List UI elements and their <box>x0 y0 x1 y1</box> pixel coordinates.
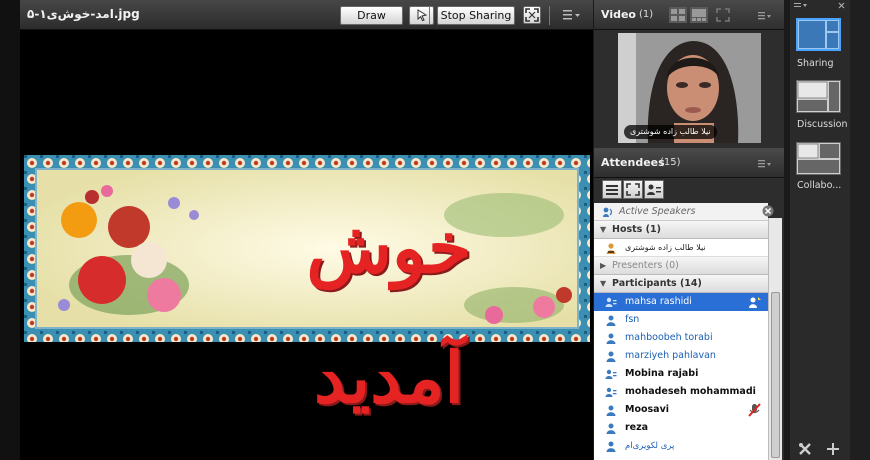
list-view-button[interactable] <box>602 180 622 199</box>
attendee-row[interactable]: mahsa rashidi <box>594 293 768 311</box>
attendees-count: (15) <box>660 157 681 168</box>
left-edge-strip <box>0 0 20 460</box>
expand-arrow-icon: ▼ <box>600 225 607 234</box>
attendee-name: fsn <box>625 314 640 325</box>
microphone-muted-icon <box>748 403 761 417</box>
collapse-arrow-icon: ▶ <box>600 261 607 270</box>
active-speaker-icon <box>603 207 613 217</box>
active-speakers-label: Active Speakers <box>619 206 696 217</box>
share-pod-menu-button[interactable] <box>563 9 581 21</box>
attendee-name: mahboobeh torabi <box>625 332 713 343</box>
layout-collaboration-thumbnail[interactable] <box>796 142 841 175</box>
user-icon <box>606 315 616 326</box>
panel-header-controls <box>794 2 845 9</box>
attendee-name: نیلا طالب زاده شوشتری <box>625 243 706 252</box>
attendee-row[interactable]: reza <box>594 419 768 437</box>
fullscreen-icon <box>525 8 539 22</box>
attendee-row[interactable]: marziyeh pahlavan <box>594 347 768 365</box>
video-area: نیلا طالب زاده شوشتری <box>594 30 784 148</box>
attendee-row[interactable]: Moosavi <box>594 401 768 419</box>
user-group-icon <box>605 297 617 307</box>
attendee-row[interactable]: mohadeseh mohammadi <box>594 383 768 401</box>
user-icon <box>606 333 616 344</box>
presenters-group-header[interactable]: ▶ Presenters (0) <box>594 257 768 275</box>
list-view-icon <box>606 185 618 195</box>
attendee-row[interactable]: پری لکویری‌ام <box>594 437 768 455</box>
sharing-layout-icon <box>799 21 838 48</box>
layout-discussion-thumbnail[interactable] <box>796 80 841 113</box>
fullscreen-attendees-button[interactable] <box>623 180 643 199</box>
share-pod-header: امد-خوش‌ی۱-۵.jpg Draw Stop Sharing <box>20 0 593 30</box>
attendees-pod-header: Attendees (15) <box>594 148 784 178</box>
add-layout-icon[interactable] <box>826 442 840 456</box>
attendee-name: Moosavi <box>625 404 670 415</box>
shared-file-title: امد-خوش‌ی۱-۵.jpg <box>27 7 140 21</box>
attendee-list: Active Speakers ▼ Hosts (1) نیلا طالب زا… <box>594 203 768 460</box>
user-group-icon <box>605 387 617 397</box>
hosts-group-label: Hosts (1) <box>612 224 661 235</box>
draw-button[interactable]: Draw <box>340 6 403 25</box>
presenters-group-label: Presenters (0) <box>612 260 679 271</box>
video-pod-title: Video <box>601 8 636 21</box>
menu-icon <box>563 10 580 20</box>
pointer-button[interactable] <box>409 6 434 25</box>
person-list-icon <box>647 184 661 195</box>
clear-active-speakers-icon[interactable] <box>761 204 775 218</box>
user-icon <box>606 441 616 452</box>
video-grid-icon[interactable] <box>669 7 709 23</box>
attendee-name: mahsa rashidi <box>625 296 692 307</box>
toolbar-separator <box>549 6 550 25</box>
scrollbar-thumb[interactable] <box>771 292 780 458</box>
webcam-video-feed: نیلا طالب زاده شوشتری <box>618 33 761 143</box>
attendee-row[interactable]: fsn <box>594 311 768 329</box>
user-icon <box>606 423 616 434</box>
video-menu-icon[interactable] <box>758 12 772 20</box>
attendees-pod-title: Attendees <box>601 156 665 169</box>
user-group-icon <box>605 369 617 379</box>
right-edge-strip <box>850 0 870 460</box>
fullscreen-button[interactable] <box>523 6 541 24</box>
layout-collaboration-label: Collabo... <box>797 180 842 191</box>
participants-group-header[interactable]: ▼ Participants (14) <box>594 275 768 293</box>
attendee-row[interactable]: Mobina rajabi <box>594 365 768 383</box>
stop-sharing-button[interactable]: Stop Sharing <box>437 6 515 25</box>
toolbar-separator <box>429 6 430 25</box>
expand-icon <box>626 183 640 196</box>
attendees-menu-icon[interactable] <box>758 160 772 168</box>
user-icon <box>606 405 616 416</box>
layout-sharing-thumbnail[interactable] <box>796 18 841 51</box>
layout-sharing-label: Sharing <box>797 58 834 69</box>
layouts-panel: Sharing Discussion Collabo... <box>790 0 850 460</box>
attendee-list-scrollbar[interactable] <box>768 218 782 460</box>
banner-welcome-text: خوش آمدید <box>306 206 472 419</box>
discussion-layout-icon <box>797 81 839 111</box>
status-view-button[interactable] <box>644 180 664 199</box>
video-fullscreen-icon[interactable] <box>716 8 730 22</box>
welcome-banner-image: خوش آمدید <box>24 155 590 419</box>
hosts-group-header[interactable]: ▼ Hosts (1) <box>594 221 768 239</box>
layout-discussion-label: Discussion <box>797 119 848 130</box>
host-user-icon <box>606 243 616 254</box>
manage-layouts-icon[interactable] <box>798 442 812 456</box>
attendee-row-host[interactable]: نیلا طالب زاده شوشتری <box>594 239 768 257</box>
attendee-row[interactable]: mahboobeh torabi <box>594 329 768 347</box>
attendee-name: reza <box>625 422 649 433</box>
video-pod-header: Video (1) <box>594 0 784 30</box>
share-pod: امد-خوش‌ی۱-۵.jpg Draw Stop Sharing <box>20 0 593 460</box>
attendee-name: mohadeseh mohammadi <box>625 386 756 397</box>
attendee-name: پری لکویری‌ام <box>625 441 675 451</box>
video-count: (1) <box>639 9 654 20</box>
user-icon <box>606 351 616 362</box>
participants-group-label: Participants (14) <box>612 278 702 289</box>
expand-arrow-icon: ▼ <box>600 279 607 288</box>
attendee-name: Mobina rajabi <box>625 368 699 379</box>
webcam-user-name-tag: نیلا طالب زاده شوشتری <box>624 125 717 139</box>
raise-hand-icon <box>749 297 761 308</box>
pointer-icon <box>417 9 427 22</box>
active-speakers-row: Active Speakers <box>594 203 768 221</box>
right-column: Video (1) نیلا طالب زاده شوشتری Attendee… <box>594 0 784 460</box>
attendee-view-toolbar <box>594 178 784 203</box>
collaboration-layout-icon <box>797 143 839 173</box>
attendee-name: marziyeh pahlavan <box>625 350 716 361</box>
